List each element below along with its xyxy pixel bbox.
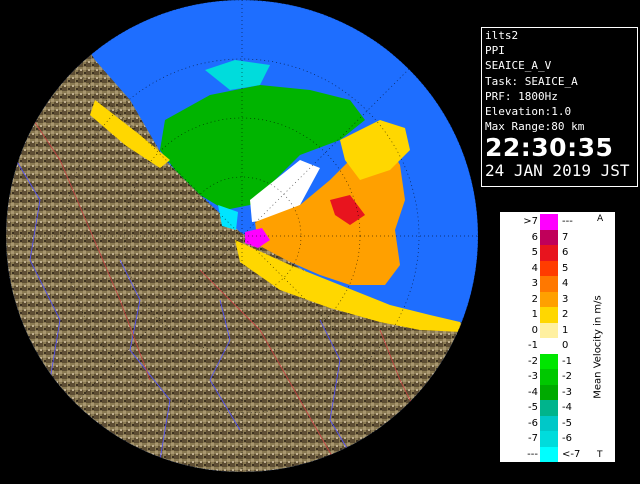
legend-lower-bound: >7 (523, 216, 538, 227)
legend-lower-bound: -4 (528, 386, 538, 398)
legend-row: -7 -6 (500, 431, 615, 447)
scan-name: SEAICE_A_V (485, 59, 552, 73)
legend-lower-bound: 4 (531, 262, 538, 274)
legend-upper-bound: -2 (562, 371, 572, 382)
legend-upper-bound: 5 (562, 262, 569, 274)
legend-lower-bound: 1 (531, 309, 538, 320)
legend-swatch (540, 400, 558, 416)
legend-swatch (540, 260, 558, 276)
legend-swatch (540, 291, 558, 307)
legend-upper-bound: 7 (562, 231, 569, 243)
legend-lower-bound: -1 (528, 340, 538, 351)
legend-upper-bound: 0 (562, 340, 569, 351)
legend-swatch (540, 245, 558, 261)
radar-ppi-map (0, 0, 480, 480)
product-type: PPI (485, 44, 505, 58)
legend-upper-bound: <-7 (562, 448, 581, 460)
max-range-value: Max Range:80 km (485, 120, 585, 134)
legend-title-text: Mean Velocity in m/s (592, 295, 604, 399)
legend-lower-bound: --- (527, 448, 538, 460)
legend-corner-top: A (597, 214, 604, 224)
radar-info-panel: ilts2 PPI SEAICE_A_V Task: SEAICE_A PRF:… (481, 27, 638, 187)
legend-lower-bound: -2 (528, 355, 538, 367)
legend-lower-bound: -5 (528, 402, 538, 413)
legend-lower-bound: -6 (528, 417, 538, 429)
legend-upper-bound: -5 (562, 417, 572, 429)
legend-swatch (540, 369, 558, 385)
legend-upper-bound: 2 (562, 309, 569, 320)
legend-upper-bound: -6 (562, 433, 572, 444)
legend-upper-bound: -3 (562, 386, 572, 398)
legend-lower-bound: 2 (531, 293, 538, 305)
legend-swatch (540, 214, 558, 230)
legend-swatch (540, 322, 558, 338)
legend-swatch (540, 307, 558, 323)
legend-lower-bound: 0 (531, 324, 538, 336)
legend-lower-bound: -7 (528, 433, 538, 444)
legend-upper-bound: 1 (562, 324, 569, 336)
legend-swatch (540, 353, 558, 369)
legend-swatch (540, 415, 558, 431)
legend-swatch (540, 446, 558, 462)
legend-lower-bound: -3 (528, 371, 538, 382)
legend-title: Mean Velocity in m/s (590, 272, 606, 422)
legend-swatch (540, 431, 558, 447)
legend-upper-bound: --- (562, 216, 573, 227)
radar-velocity-image (0, 0, 480, 480)
scan-date: 24 JAN 2019 JST (485, 161, 630, 181)
legend-swatch (540, 384, 558, 400)
legend-swatch (540, 229, 558, 245)
elevation-value: Elevation:1.0 (485, 105, 572, 119)
legend-upper-bound: 3 (562, 293, 569, 305)
legend-upper-bound: -4 (562, 402, 572, 413)
prf-value: PRF: 1800Hz (485, 89, 558, 103)
legend-lower-bound: 6 (531, 231, 538, 243)
task-name: Task: SEAICE_A (485, 74, 578, 88)
legend-upper-bound: 6 (562, 247, 569, 258)
legend-lower-bound: 5 (531, 247, 538, 258)
station-name: ilts2 (485, 29, 519, 42)
legend-lower-bound: 3 (531, 278, 538, 289)
legend-swatch (540, 276, 558, 292)
legend-upper-bound: -1 (562, 355, 572, 367)
legend-row: 67 (500, 229, 615, 245)
legend-swatch (540, 338, 558, 354)
legend-corner-bottom: T (597, 450, 603, 460)
legend-row: 56 (500, 245, 615, 261)
velocity-legend: >7 --- 6 7 5 6 4 5 3 4 2 3 1 2 0 1 -1 0 -2 -1 -3 -2 -4 -3 -5 -4 -6… (499, 211, 616, 463)
legend-upper-bound: 4 (562, 278, 569, 289)
scan-time: 22:30:35 (485, 133, 614, 163)
